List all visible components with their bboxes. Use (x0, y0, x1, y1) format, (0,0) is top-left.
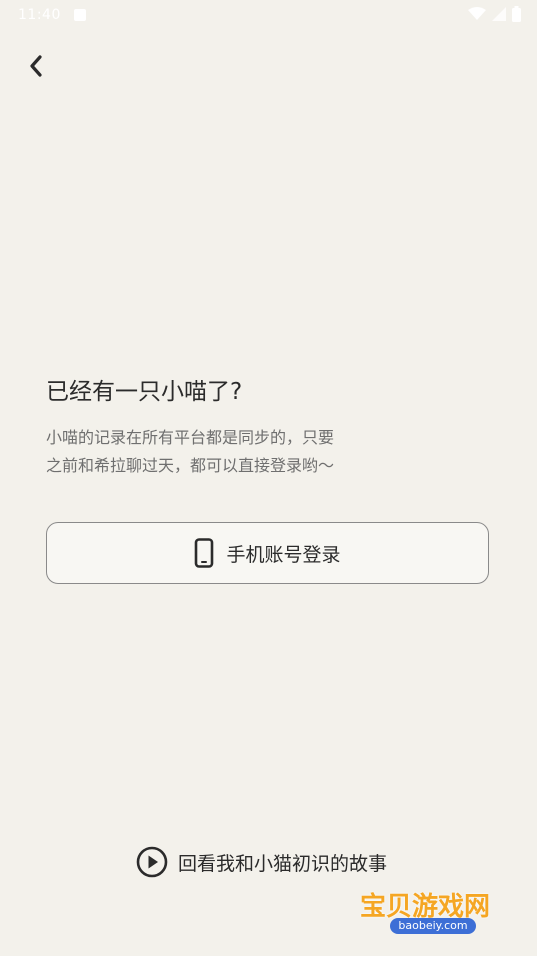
status-bar: 11:40 (0, 0, 537, 30)
phone-login-button[interactable]: 手机账号登录 (46, 522, 489, 584)
battery-icon (512, 6, 521, 22)
status-icons (468, 6, 521, 22)
status-time: 11:40 (18, 7, 61, 23)
replay-story-link[interactable]: 回看我和小猫初识的故事 (136, 846, 387, 878)
notification-icon (74, 9, 86, 21)
phone-login-label: 手机账号登录 (226, 543, 341, 566)
play-circle-icon (136, 846, 168, 878)
back-button[interactable] (22, 52, 50, 80)
page-title: 已经有一只小喵了? (46, 379, 243, 405)
description: 小喵的记录在所有平台都是同步的，只要 之前和希拉聊过天，都可以直接登录哟～ (46, 424, 386, 480)
description-line: 之前和希拉聊过天，都可以直接登录哟～ (46, 456, 335, 475)
watermark: 宝贝游戏网 baobeiy.com (360, 872, 510, 942)
description-line: 小喵的记录在所有平台都是同步的，只要 (46, 428, 335, 447)
wifi-icon (468, 7, 486, 20)
phone-icon (195, 538, 214, 568)
signal-icon (492, 7, 506, 21)
chevron-left-icon (30, 55, 42, 77)
replay-story-label: 回看我和小猫初识的故事 (178, 852, 388, 875)
watermark-url: baobeiy.com (390, 918, 476, 934)
